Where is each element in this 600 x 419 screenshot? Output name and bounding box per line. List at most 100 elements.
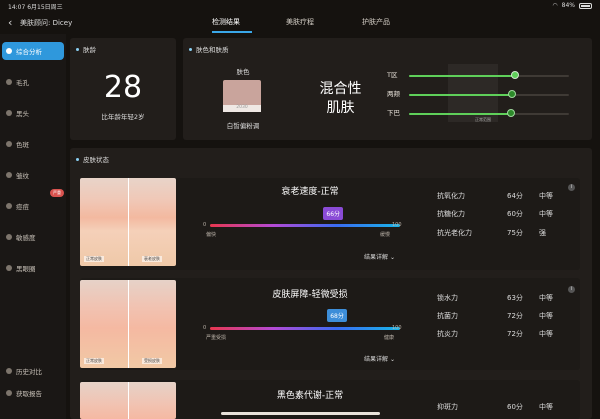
scale-min: 0 <box>203 222 207 228</box>
info-icon[interactable]: i <box>568 286 575 293</box>
image-right-label: 衰老皮肤 <box>142 256 162 262</box>
sidebar-item-label: 敏感度 <box>16 234 36 242</box>
tone-label: 肤色 <box>236 68 250 76</box>
zone-t-label: T区 <box>387 71 398 79</box>
sidebar-item-wrinkles[interactable]: 皱纹 <box>2 166 64 184</box>
skin-age-panel: 肤龄 28 比年龄年轻2岁 <box>70 38 176 140</box>
zone-chin-check-icon <box>507 109 515 117</box>
image-left-label: 正常皮肤 <box>84 256 104 262</box>
sidebar-item-label: 皱纹 <box>16 172 29 180</box>
sidebar-item-label: 色斑 <box>16 141 29 149</box>
metric-label: 锁水力 <box>437 294 458 302</box>
report-icon <box>6 390 12 396</box>
battery-percent: 84% <box>561 2 575 9</box>
home-indicator[interactable] <box>221 412 380 415</box>
aging-score-marker: 66分 <box>323 207 344 220</box>
skin-status-title: 皮肤状态 <box>76 154 109 164</box>
status-bar: 14:07 6月15日周三 ◠ 84% <box>0 0 600 12</box>
metric-level: 中等 <box>539 294 553 302</box>
bullet-icon <box>76 157 79 161</box>
bullet-icon <box>76 47 79 51</box>
barrier-card-title: 皮肤屏障-轻微受损 <box>272 290 348 300</box>
sidebar-item-blackheads[interactable]: 黑头 <box>2 104 64 122</box>
barrier-score-marker: 68分 <box>327 309 347 322</box>
sidebar-item-sensitivity[interactable]: 敏感度 <box>2 228 64 246</box>
sidebar-item-label: 黑头 <box>16 110 29 118</box>
dark-circles-icon <box>6 265 12 271</box>
sidebar-item-history[interactable]: 历史对比 <box>2 362 64 380</box>
info-icon[interactable]: i <box>568 184 575 191</box>
skin-age-subtitle: 比年龄年轻2岁 <box>101 113 145 121</box>
metric-level: 中等 <box>539 330 553 338</box>
aging-gradient-bar <box>210 224 400 227</box>
metric-level: 中等 <box>539 403 553 411</box>
barrier-details-link[interactable]: 结果详解 ⌄ <box>364 354 395 363</box>
skin-type: 混合性 肌肤 <box>319 81 362 116</box>
zone-chin-fill <box>409 113 511 115</box>
skin-layer-image: 正常皮肤 衰老皮肤 <box>80 178 176 266</box>
overview-icon <box>6 48 12 54</box>
image-divider <box>128 178 129 266</box>
metric-score: 60分 <box>507 403 523 411</box>
zone-cheek-track <box>409 94 569 96</box>
metric-level: 中等 <box>539 192 553 200</box>
barrier-gradient-bar <box>210 327 400 330</box>
acne-icon <box>6 203 12 209</box>
metric-score: 64分 <box>507 192 523 200</box>
tone-name: 白皙偏粉调 <box>226 122 260 130</box>
sidebar-item-label: 综合分析 <box>16 48 42 56</box>
skin-age-title: 肤龄 <box>76 44 96 54</box>
image-left-label: 正常皮肤 <box>84 358 104 364</box>
tab-underline <box>212 31 252 33</box>
chevron-down-icon: ⌄ <box>389 254 395 261</box>
image-right-label: 受损皮肤 <box>142 358 162 364</box>
metric-label: 抗糖化力 <box>437 210 465 218</box>
blackheads-icon <box>6 110 12 116</box>
metric-score: 72分 <box>507 330 523 338</box>
battery-icon <box>579 2 592 9</box>
melanin-card-title: 黑色素代谢-正常 <box>276 391 344 401</box>
back-icon[interactable]: ‹ <box>8 16 12 29</box>
zone-t-fill <box>409 75 515 77</box>
pores-icon <box>6 79 12 85</box>
scale-right-label: 健康 <box>384 335 395 341</box>
image-divider <box>128 280 129 368</box>
scale-max: 100 <box>392 222 402 228</box>
scale-min: 0 <box>203 325 207 331</box>
image-divider <box>128 382 129 419</box>
scale-left-label: 偏快 <box>206 232 217 238</box>
metric-level: 中等 <box>539 210 553 218</box>
sensitivity-icon <box>6 234 12 240</box>
status-right: ◠ 84% <box>552 2 592 9</box>
scale-left-label: 严重受损 <box>206 335 227 341</box>
zone-t-track <box>409 75 569 77</box>
wifi-icon: ◠ <box>552 2 558 9</box>
barrier-card: 正常皮肤 受损皮肤 皮肤屏障-轻微受损 68分 0 100 严重受损 健康 结果… <box>80 278 580 370</box>
metric-score: 75分 <box>507 229 523 237</box>
skin-tone-panel: 肤色和肤质 肤色 2030 白皙偏粉调 混合性 肌肤 T区 两颊 下巴 正常范围 <box>183 38 592 140</box>
sidebar-item-overview[interactable]: 综合分析 <box>2 42 64 60</box>
sidebar-item-report[interactable]: 获取报告 <box>2 384 64 402</box>
sidebar-item-spots[interactable]: 色斑 <box>2 135 64 153</box>
sidebar-item-label: 黑眼圈 <box>16 265 36 273</box>
metric-level: 强 <box>539 229 546 237</box>
tab-results[interactable]: 检测结果 <box>212 17 240 27</box>
skin-layer-image: 正常皮肤 受损皮肤 <box>80 280 176 368</box>
tab-products[interactable]: 护肤产品 <box>362 17 390 27</box>
sidebar-item-acne[interactable]: 痘痘 <box>2 197 64 215</box>
tab-treatment[interactable]: 美肤疗程 <box>286 17 314 27</box>
advisor-name: 美肤顾问: Dicey <box>20 19 73 27</box>
scale-right-label: 缓慢 <box>380 232 391 238</box>
aging-details-link[interactable]: 结果详解 ⌄ <box>364 252 395 261</box>
zone-chin-track <box>409 113 569 115</box>
metric-label: 抗菌力 <box>437 312 458 320</box>
aging-card: 正常皮肤 衰老皮肤 衰老速度-正常 66分 0 100 偏快 缓慢 结果详解 ⌄… <box>80 178 580 270</box>
metric-score: 60分 <box>507 210 523 218</box>
sidebar-item-pores[interactable]: 毛孔 <box>2 73 64 91</box>
zone-cheek-check-icon <box>508 90 517 98</box>
sidebar-item-dark-circles[interactable]: 黑眼圈 <box>2 259 64 277</box>
top-bar: ‹ 美肤顾问: Dicey 检测结果 美肤疗程 护肤产品 <box>0 12 600 34</box>
metric-label: 抗氧化力 <box>437 192 465 200</box>
metric-label: 抗炎力 <box>437 330 458 338</box>
metric-level: 中等 <box>539 312 553 320</box>
